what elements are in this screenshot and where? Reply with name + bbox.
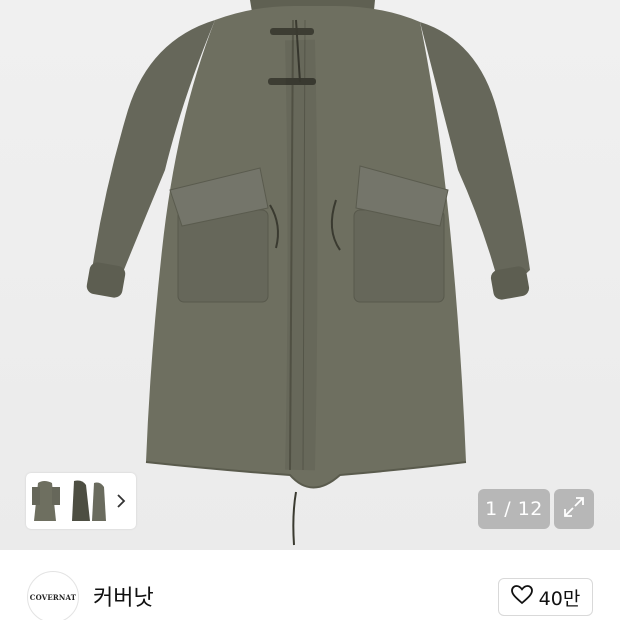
like-count: 40만 <box>538 587 581 610</box>
thumbnail-images[interactable] <box>30 477 108 525</box>
heart-icon <box>510 585 533 609</box>
image-counter: 1 / 12 <box>478 489 550 529</box>
brand-logo[interactable]: COVERNAT <box>27 571 79 620</box>
brand-name[interactable]: 커버낫 <box>93 580 154 612</box>
expand-button[interactable] <box>554 489 594 529</box>
like-button[interactable]: 40만 <box>498 578 593 616</box>
chevron-right-icon[interactable] <box>114 491 128 511</box>
product-image-gallery[interactable]: 1 / 12 <box>0 0 620 550</box>
expand-icon <box>563 496 585 522</box>
thumbnail-strip[interactable] <box>26 473 136 529</box>
brand-logo-text: COVERNAT <box>29 592 77 602</box>
product-image <box>86 0 530 546</box>
